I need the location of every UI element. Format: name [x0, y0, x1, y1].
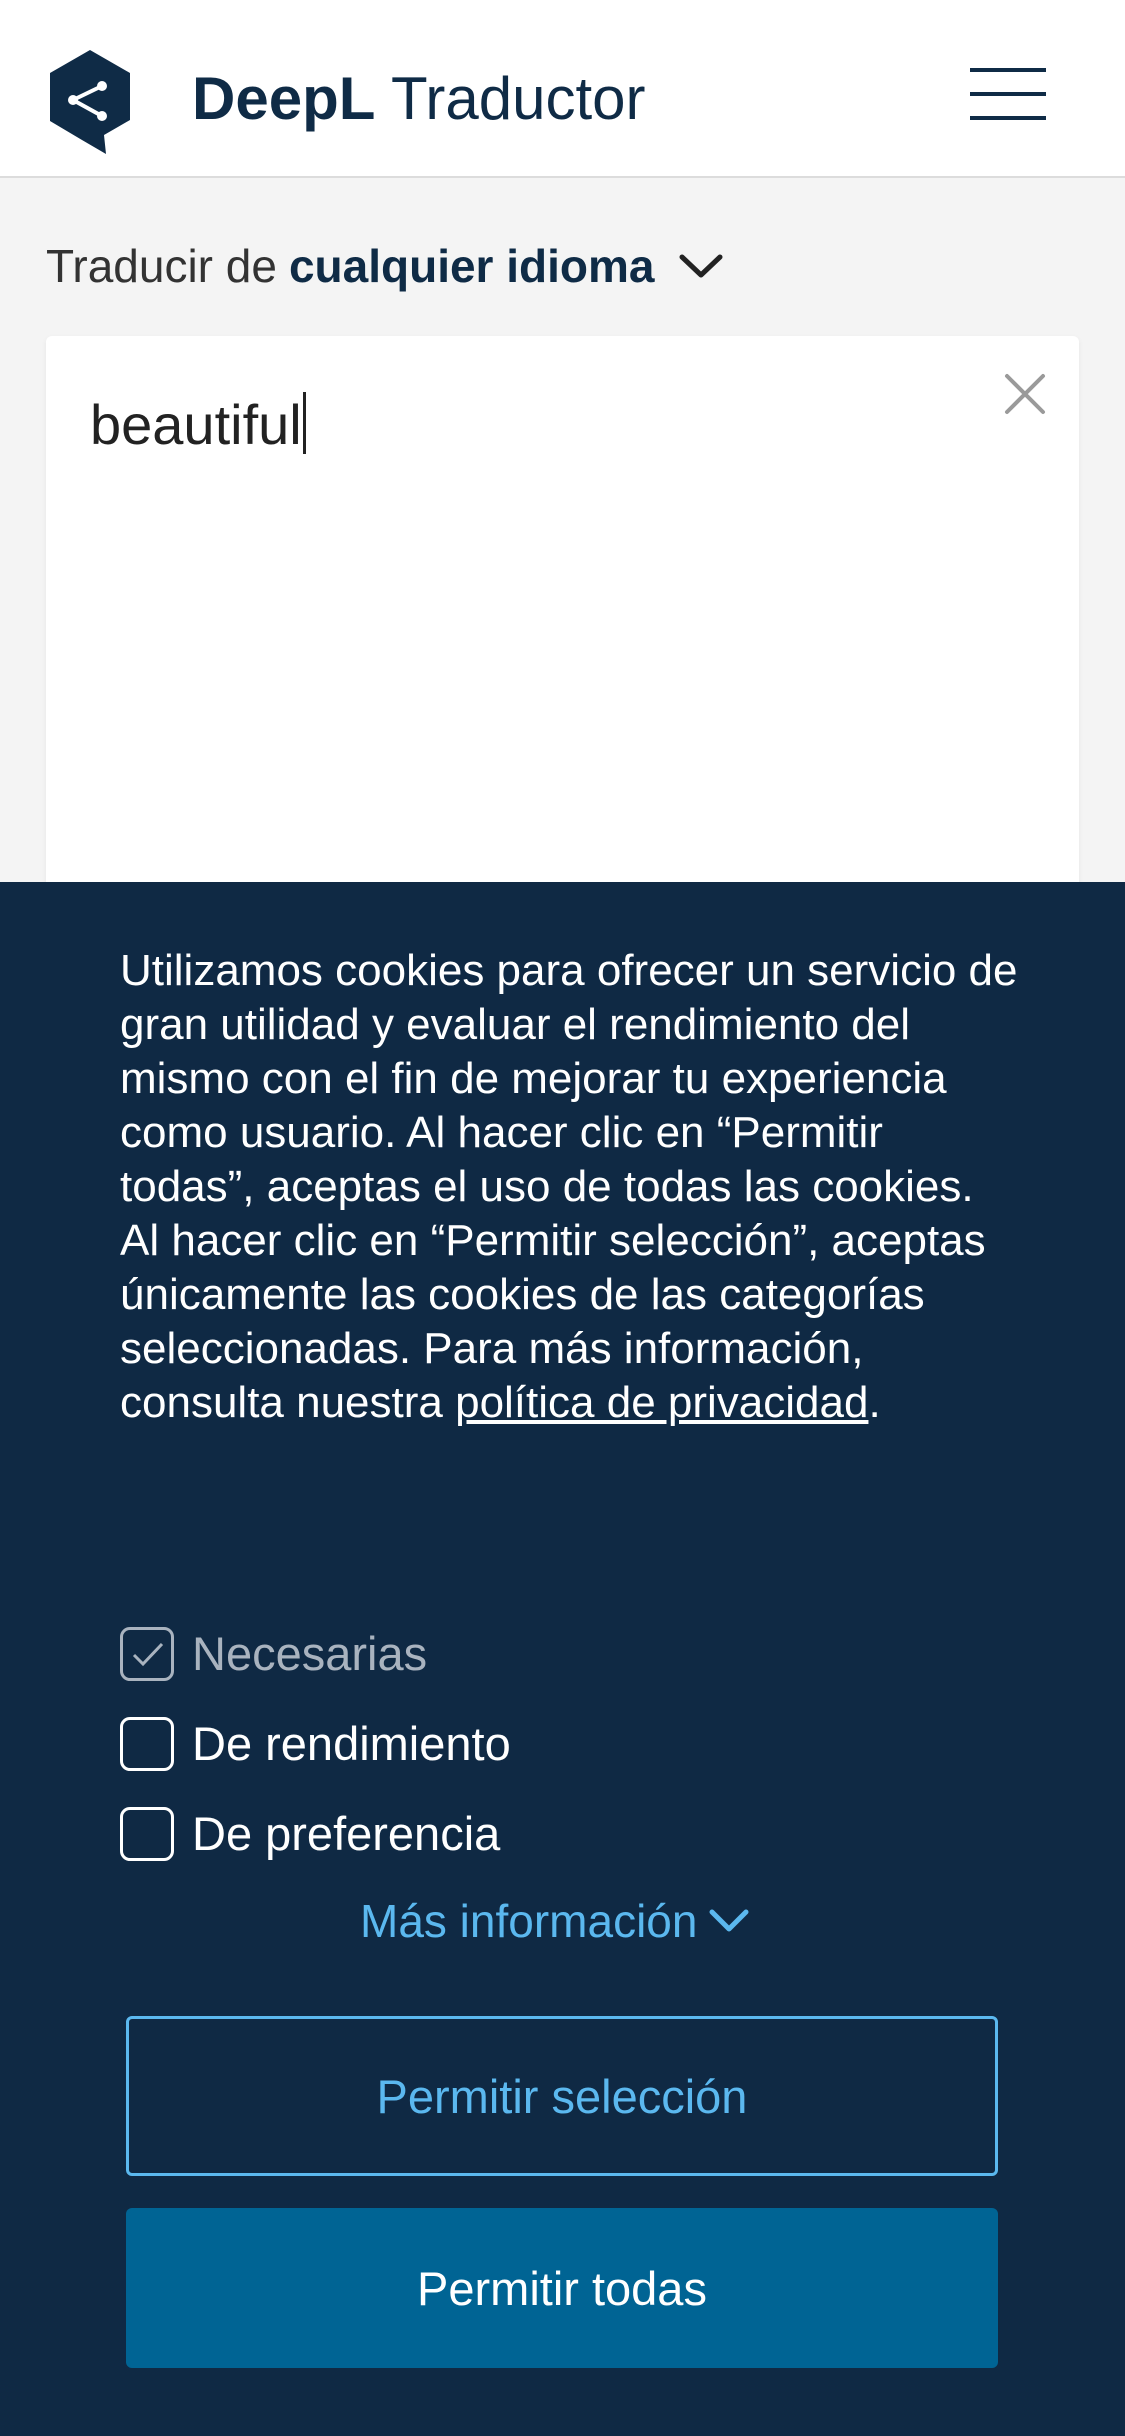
allow-all-button[interactable]: Permitir todas	[126, 2208, 998, 2368]
app-title: DeepL Traductor	[192, 64, 646, 134]
deepl-logo-icon[interactable]	[46, 48, 134, 156]
close-icon[interactable]	[1001, 370, 1049, 418]
app-header: DeepL Traductor	[0, 0, 1125, 178]
hamburger-menu-icon[interactable]	[970, 66, 1050, 122]
more-info-toggle[interactable]: Más información	[360, 1894, 749, 1948]
chevron-down-icon	[679, 254, 723, 278]
cookie-option-performance[interactable]: De rendimiento	[120, 1716, 511, 1771]
source-language-prefix: Traducir de	[46, 240, 277, 292]
source-language-value: cualquier idioma	[288, 240, 655, 292]
chevron-down-icon	[709, 1909, 749, 1932]
cookie-option-label: De preferencia	[192, 1807, 501, 1860]
text-caret	[302, 392, 306, 454]
source-text-area[interactable]: beautiful	[46, 336, 1079, 896]
cookie-text-end: .	[868, 1378, 881, 1427]
checkbox-performance[interactable]	[120, 1716, 174, 1771]
allow-selection-button[interactable]: Permitir selección	[126, 2016, 998, 2176]
cookie-banner: Utilizamos cookies para ofrecer un servi…	[0, 882, 1125, 2436]
cookie-text-body: Utilizamos cookies para ofrecer un servi…	[120, 946, 1018, 1427]
cookie-option-preference[interactable]: De preferencia	[120, 1806, 500, 1861]
source-text-value: beautiful	[90, 393, 302, 456]
privacy-policy-link[interactable]: política de privacidad	[455, 1378, 868, 1427]
source-text-input[interactable]: beautiful	[90, 390, 306, 460]
checkmark-icon	[132, 1642, 164, 1666]
checkbox-necessary	[120, 1626, 174, 1681]
cookie-option-label: De rendimiento	[192, 1717, 511, 1770]
more-info-label: Más información	[360, 1895, 698, 1947]
cookie-option-label: Necesarias	[192, 1627, 428, 1680]
cookie-option-necessary: Necesarias	[120, 1626, 427, 1681]
brand-product: Traductor	[390, 65, 646, 132]
cookie-description: Utilizamos cookies para ofrecer un servi…	[120, 944, 1020, 1430]
brand-name: DeepL	[192, 65, 376, 132]
source-language-selector[interactable]: Traducir de cualquier idioma	[46, 236, 724, 296]
checkbox-preference[interactable]	[120, 1806, 174, 1861]
